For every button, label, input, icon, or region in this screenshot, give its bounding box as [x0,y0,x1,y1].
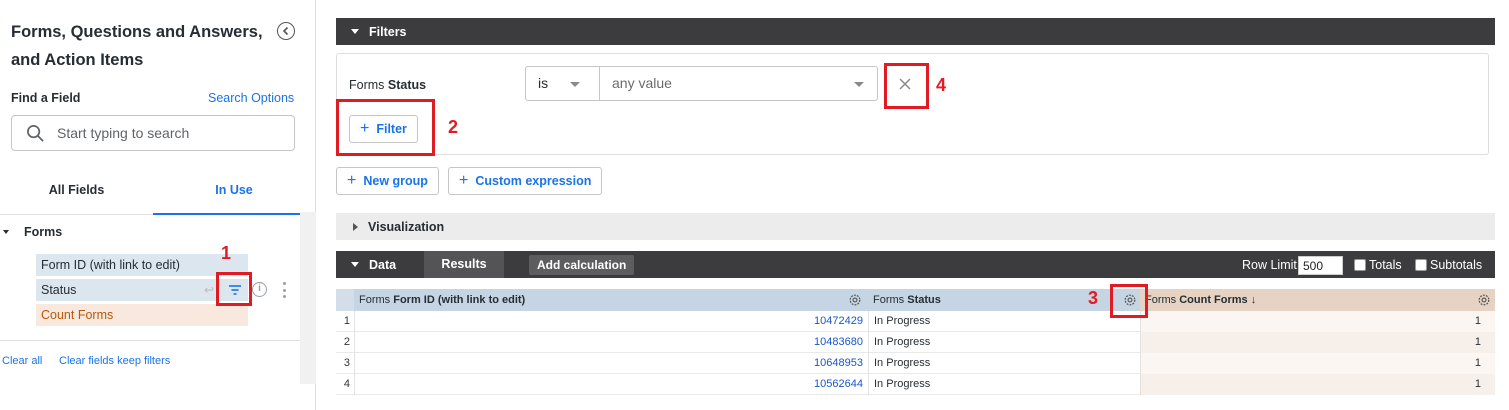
filters-section-header[interactable]: Filters [336,18,1495,45]
annotation-box-2 [336,99,435,156]
filter-operator-value: is [538,75,549,91]
visualization-section-header[interactable]: Visualization [336,213,1495,240]
row-limit-input[interactable] [1298,256,1343,275]
pivot-arrow-icon[interactable]: ↩ [204,283,214,297]
column-header-status[interactable]: Forms Status [868,289,1140,311]
column-view-name: Forms [359,294,391,306]
visualization-section-label: Visualization [368,219,445,234]
column-header-form-id[interactable]: Forms Form ID (with link to edit) [354,289,868,311]
caret-right-icon [353,222,358,231]
table-row: 3 10648953 In Progress 1 [336,353,1495,374]
annotation-number-4: 4 [936,75,947,95]
search-options-link[interactable]: Search Options [208,91,294,105]
plus-icon: + [459,172,469,189]
filters-section-label: Filters [369,24,407,39]
add-calculation-button[interactable]: Add calculation [529,255,635,275]
search-icon [27,124,44,142]
chevron-left-icon [282,26,289,36]
table-row: 2 10483680 In Progress 1 [336,332,1495,353]
subtotals-checkbox[interactable] [1415,259,1427,271]
row-index-header [336,289,354,311]
field-group-forms[interactable]: Forms [0,224,62,240]
filter-view-name: Forms [349,78,385,92]
row-limit-label: Row Limit [1242,258,1297,272]
row-index: 2 [343,336,350,348]
status-cell: In Progress [868,311,1140,332]
clear-fields-keep-filters-link[interactable]: Clear fields keep filters [59,355,170,367]
gear-icon[interactable] [848,293,862,307]
row-index: 4 [343,378,350,390]
dropdown-caret-icon [854,82,864,87]
column-field-name: Form ID (with link to edit) [393,294,526,306]
subtotals-label: Subtotals [1430,258,1483,272]
column-field-name: Status [907,294,941,306]
totals-checkbox[interactable] [1354,259,1366,271]
field-group-label: Forms [24,225,63,239]
totals-label: Totals [1369,258,1402,272]
tab-in-use[interactable]: In Use [153,171,315,215]
column-field-name: Count Forms ↓ [1179,294,1257,306]
plus-icon: + [347,172,357,189]
table-header: Forms Form ID (with link to edit) Forms … [336,289,1495,311]
dropdown-caret-icon [570,82,580,87]
new-group-label: New group [363,174,428,188]
table-row: 1 10472429 In Progress 1 [336,311,1495,332]
count-cell: 1 [1140,353,1495,374]
filter-operator-select[interactable]: is [525,66,600,101]
tab-results[interactable]: Results [424,251,504,278]
caret-down-icon [351,262,359,267]
annotation-box-1 [216,272,252,306]
custom-expression-label: Custom expression [475,174,592,188]
caret-down-icon [351,29,359,34]
filter-field-name: Status [387,78,427,92]
status-cell: In Progress [868,374,1140,395]
annotation-number-3: 3 [1088,288,1099,308]
data-section-label: Data [369,257,397,272]
form-id-link[interactable]: 10648953 [354,353,868,374]
find-field-label: Find a Field [11,91,81,105]
explore-title: Forms, Questions and Answers, and Action… [11,23,263,69]
count-cell: 1 [1140,332,1495,353]
filter-field-label: Forms Status [349,78,426,92]
table-row: 4 10562644 In Progress 1 [336,374,1495,395]
annotation-box-3 [1110,284,1148,318]
caret-down-icon [3,230,9,234]
field-picker-sidebar: Forms, Questions and Answers, and Action… [0,0,316,410]
new-group-button[interactable]: + New group [336,167,439,195]
field-search-box[interactable] [11,115,295,151]
column-header-count-forms[interactable]: Forms Count Forms ↓ [1140,289,1495,311]
filter-value-text: any value [612,75,672,91]
filter-value-select[interactable]: any value [599,66,878,101]
tab-all-fields[interactable]: All Fields [0,171,153,215]
info-icon[interactable]: i [252,282,267,297]
form-id-link[interactable]: 10562644 [354,374,868,395]
clear-all-link[interactable]: Clear all [2,355,42,367]
field-search-input[interactable] [57,125,277,141]
column-view-name: Forms [1145,294,1177,306]
custom-expression-button[interactable]: + Custom expression [448,167,603,195]
row-index: 1 [343,315,350,327]
form-id-link[interactable]: 10483680 [354,332,868,353]
sidebar-scrollbar[interactable] [300,212,316,384]
gear-icon[interactable] [1477,293,1491,307]
count-cell: 1 [1140,374,1495,395]
annotation-number-1: 1 [221,243,232,263]
field-count-forms[interactable]: Count Forms [36,304,248,326]
column-view-name: Forms [873,294,905,306]
annotation-number-2: 2 [448,117,459,137]
status-cell: In Progress [868,332,1140,353]
row-index: 3 [343,357,350,369]
more-vert-icon[interactable] [281,282,287,298]
annotation-box-4 [884,63,929,109]
count-cell: 1 [1140,311,1495,332]
sidebar-divider [0,340,300,341]
status-cell: In Progress [868,353,1140,374]
form-id-link[interactable]: 10472429 [354,311,868,332]
collapse-sidebar-button[interactable] [277,22,295,40]
